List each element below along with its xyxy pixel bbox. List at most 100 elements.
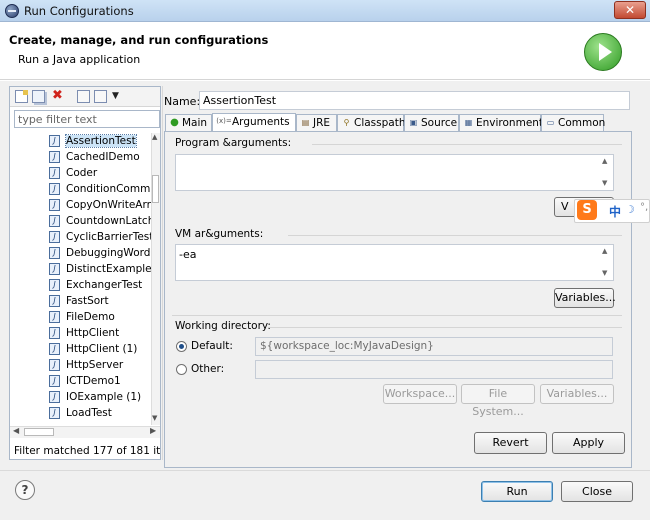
filter-input[interactable] <box>14 110 160 128</box>
configurations-tree[interactable]: J AssertionTest J CachedIDemo J Coder J Cond… <box>46 133 151 423</box>
tree-item-label: HttpClient <box>66 327 120 339</box>
delete-configuration-icon[interactable]: ✖ <box>51 89 64 103</box>
help-icon[interactable]: ? <box>15 480 35 500</box>
java-application-icon: J <box>49 391 60 403</box>
default-radio[interactable] <box>176 341 187 352</box>
tree-item[interactable]: J FastSort <box>46 293 151 309</box>
tab-source[interactable]: ▣ Source <box>404 114 459 132</box>
scroll-down-arrow-icon[interactable]: ▼ <box>602 269 607 277</box>
java-application-icon: J <box>49 375 60 387</box>
other-directory-field[interactable] <box>255 360 613 379</box>
tree-item-label: IOExample (1) <box>66 391 142 403</box>
java-application-icon: J <box>49 199 60 211</box>
tab-jre[interactable]: ▤ JRE <box>296 114 337 132</box>
tab-common[interactable]: ▭ Common <box>541 114 605 132</box>
new-configuration-icon[interactable] <box>15 90 28 103</box>
tree-item[interactable]: J IOExample (1) <box>46 389 151 405</box>
vm-variables-button[interactable]: Variables... <box>554 288 616 308</box>
java-application-icon: J <box>49 135 60 147</box>
workspace-button[interactable]: Workspace... <box>383 384 457 404</box>
tree-item[interactable]: J ConditionCommu <box>46 181 151 197</box>
filter-status-text: Filter matched 177 of 181 items <box>14 445 160 457</box>
tree-item[interactable]: J HttpClient <box>46 325 151 341</box>
jre-tab-icon: ▤ <box>301 118 310 127</box>
duplicate-configuration-icon[interactable] <box>32 90 45 103</box>
tree-item[interactable]: J ICTDemo1 <box>46 373 151 389</box>
group-separator <box>288 235 622 236</box>
close-button[interactable]: Close <box>561 481 633 502</box>
java-application-icon: J <box>49 167 60 179</box>
tree-item-label: CopyOnWriteArra <box>66 199 151 211</box>
tree-item[interactable]: J HttpServer <box>46 357 151 373</box>
name-label: Name: <box>164 95 201 108</box>
tree-item[interactable]: J DebuggingWordC <box>46 245 151 261</box>
tree-item-label: AssertionTest <box>65 134 137 148</box>
name-input[interactable] <box>199 91 630 110</box>
collapse-all-icon[interactable] <box>94 90 107 103</box>
scroll-down-arrow-icon[interactable]: ▼ <box>602 179 607 187</box>
tree-item[interactable]: J FileDemo <box>46 309 151 325</box>
tree-item-label: ExchangerTest <box>66 279 143 291</box>
scroll-up-arrow-icon[interactable]: ▲ <box>602 247 607 255</box>
tree-item-label: FileDemo <box>66 311 115 323</box>
half-width-moon-icon[interactable]: ☽ <box>625 203 635 216</box>
main-tab-icon: ● <box>170 117 179 128</box>
tab-arguments[interactable]: (x)= Arguments <box>212 113 296 132</box>
vm-arguments-textarea[interactable]: -ea <box>175 244 614 281</box>
view-menu-chevron-down-icon[interactable]: ▼ <box>112 90 125 103</box>
scroll-up-arrow-icon[interactable]: ▲ <box>152 133 157 141</box>
configurations-toolbar: ✖ ▼ <box>10 87 160 107</box>
file-system-button[interactable]: File System... <box>461 384 535 418</box>
tree-item[interactable]: J CountdownLatchT <box>46 213 151 229</box>
tree-horizontal-scroll-thumb[interactable] <box>24 428 54 436</box>
window-title: Run Configurations <box>24 4 134 18</box>
sogou-logo-icon: S <box>577 200 597 220</box>
scroll-right-arrow-icon[interactable]: ▶ <box>150 426 156 435</box>
tree-item[interactable]: J LoadTest <box>46 405 151 421</box>
run-button[interactable]: Run <box>481 481 553 502</box>
tree-item[interactable]: J ExchangerTest <box>46 277 151 293</box>
tree-item[interactable]: J CopyOnWriteArra <box>46 197 151 213</box>
tab-label: Arguments <box>232 116 290 128</box>
tree-item-label: ICTDemo1 <box>66 375 121 387</box>
environment-tab-icon: ▦ <box>464 118 473 127</box>
scroll-up-arrow-icon[interactable]: ▲ <box>602 157 607 165</box>
tree-item-label: ConditionCommu <box>66 183 151 195</box>
footer-separator <box>0 470 650 471</box>
classpath-tab-icon: ⚲ <box>343 118 350 127</box>
tree-vertical-scroll-thumb[interactable] <box>152 175 159 203</box>
arguments-tab-icon: (x)= <box>216 117 232 125</box>
tab-environment[interactable]: ▦ Environment <box>459 114 543 132</box>
tab-main[interactable]: ● Main <box>165 114 212 132</box>
java-application-icon: J <box>49 343 60 355</box>
revert-button[interactable]: Revert <box>474 432 547 454</box>
tree-item-label: LoadTest <box>66 407 112 419</box>
tab-classpath[interactable]: ⚲ Classpath <box>337 114 406 132</box>
java-application-icon: J <box>49 295 60 307</box>
tree-item[interactable]: J DistinctExample <box>46 261 151 277</box>
tree-item[interactable]: J HttpClient (1) <box>46 341 151 357</box>
java-application-icon: J <box>49 215 60 227</box>
apply-button[interactable]: Apply <box>552 432 625 454</box>
java-application-icon: J <box>49 279 60 291</box>
java-application-icon: J <box>49 151 60 163</box>
scroll-down-arrow-icon[interactable]: ▼ <box>152 414 157 422</box>
tree-item[interactable]: J CyclicBarrierTest <box>46 229 151 245</box>
java-application-icon: J <box>49 247 60 259</box>
working-directory-variables-button[interactable]: Variables... <box>540 384 614 404</box>
java-application-icon: J <box>49 183 60 195</box>
ime-mode-text[interactable]: 中 <box>609 203 621 220</box>
other-radio[interactable] <box>176 364 187 375</box>
program-arguments-textarea[interactable] <box>175 154 614 191</box>
tree-item[interactable]: J CachedIDemo <box>46 149 151 165</box>
punctuation-icon[interactable]: °, <box>640 202 648 213</box>
window-close-button[interactable]: ✕ <box>614 1 646 19</box>
scroll-left-arrow-icon[interactable]: ◀ <box>13 426 19 435</box>
tab-label: Source <box>421 117 458 129</box>
tree-item-label: FastSort <box>66 295 109 307</box>
tree-item[interactable]: J Coder <box>46 165 151 181</box>
tab-label: Classpath <box>354 117 406 129</box>
tree-item-label: DistinctExample <box>66 263 151 275</box>
tree-item-selected[interactable]: J AssertionTest <box>46 133 151 149</box>
filter-configurations-icon[interactable] <box>77 90 90 103</box>
